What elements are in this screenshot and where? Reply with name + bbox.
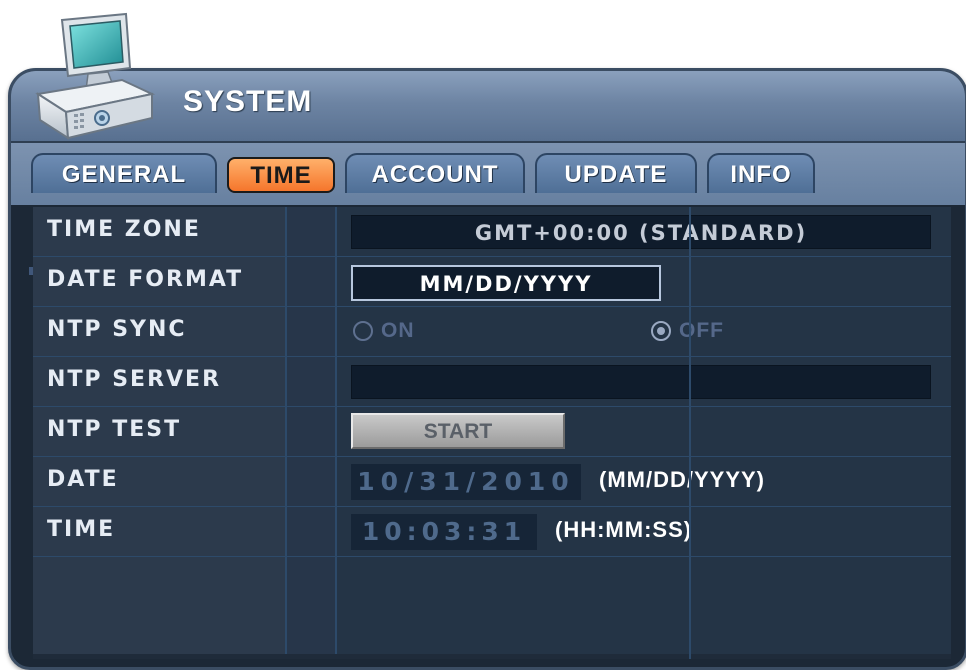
time-label: TIME (33, 507, 285, 556)
radio-selected-icon (651, 321, 671, 341)
ntp-sync-on-radio[interactable]: ON (353, 319, 415, 343)
ntp-test-label: NTP TEST (33, 407, 285, 456)
tab-time[interactable]: TIME (227, 157, 335, 193)
empty-row (33, 557, 951, 657)
time-zone-cell: GMT+00:00 (STANDARD) (335, 207, 951, 256)
empty-label-cell (33, 557, 285, 654)
date-format-hint: (MM/DD/YYYY) (599, 467, 765, 492)
ntp-test-cell: START (335, 407, 951, 456)
tab-general[interactable]: GENERAL (31, 153, 217, 193)
ntp-server-input[interactable] (351, 365, 931, 399)
row-spacer (285, 557, 337, 654)
row-spacer (285, 307, 337, 356)
row-spacer (285, 457, 337, 506)
ntp-sync-off-radio[interactable]: OFF (651, 319, 724, 343)
grid-divider (689, 207, 691, 659)
row-ntp-server: NTP SERVER (33, 357, 951, 408)
date-input[interactable]: 10/31/2010 (351, 464, 581, 500)
ntp-server-label: NTP SERVER (33, 357, 285, 406)
ntp-sync-off-label: OFF (679, 319, 724, 342)
row-time-zone: TIME ZONE GMT+00:00 (STANDARD) (33, 207, 951, 258)
tab-account[interactable]: ACCOUNT (345, 153, 525, 193)
ntp-sync-cell: ON OFF (335, 307, 951, 356)
computer-monitor-icon (35, 12, 156, 140)
date-cell: 10/31/2010 (MM/DD/YYYY) (335, 457, 951, 506)
row-spacer (285, 257, 337, 306)
row-spacer (285, 407, 337, 456)
date-format-cell: MM/DD/YYYY (335, 257, 951, 306)
row-spacer (285, 207, 337, 256)
empty-value-cell (335, 557, 951, 654)
date-label: DATE (33, 457, 285, 506)
tab-update[interactable]: UPDATE (535, 153, 697, 193)
date-format-select[interactable]: MM/DD/YYYY (351, 265, 661, 301)
row-spacer (285, 357, 337, 406)
row-date-format: DATE FORMAT MM/DD/YYYY (33, 257, 951, 308)
row-date: DATE 10/31/2010 (MM/DD/YYYY) (33, 457, 951, 508)
system-window: SYSTEM GENERAL TIME ACCOUNT UPDATE INFO … (8, 68, 966, 670)
ntp-test-start-button[interactable]: START (351, 413, 565, 449)
date-format-label: DATE FORMAT (33, 257, 285, 306)
ntp-sync-on-label: ON (381, 319, 415, 342)
tab-strip: GENERAL TIME ACCOUNT UPDATE INFO (11, 143, 965, 275)
time-format-hint: (HH:MM:SS) (555, 517, 693, 542)
row-ntp-sync: NTP SYNC ON OFF (33, 307, 951, 358)
ntp-server-cell (335, 357, 951, 406)
window-title: SYSTEM (183, 85, 313, 118)
tab-info[interactable]: INFO (707, 153, 815, 193)
time-cell: 10:03:31 (HH:MM:SS) (335, 507, 951, 556)
radio-unselected-icon (353, 321, 373, 341)
time-zone-select[interactable]: GMT+00:00 (STANDARD) (351, 215, 931, 249)
ntp-sync-label: NTP SYNC (33, 307, 285, 356)
settings-grid: TIME ZONE GMT+00:00 (STANDARD) DATE FORM… (33, 207, 951, 659)
time-input[interactable]: 10:03:31 (351, 514, 537, 550)
row-ntp-test: NTP TEST START (33, 407, 951, 458)
time-zone-label: TIME ZONE (33, 207, 285, 256)
row-time: TIME 10:03:31 (HH:MM:SS) (33, 507, 951, 558)
row-spacer (285, 507, 337, 556)
